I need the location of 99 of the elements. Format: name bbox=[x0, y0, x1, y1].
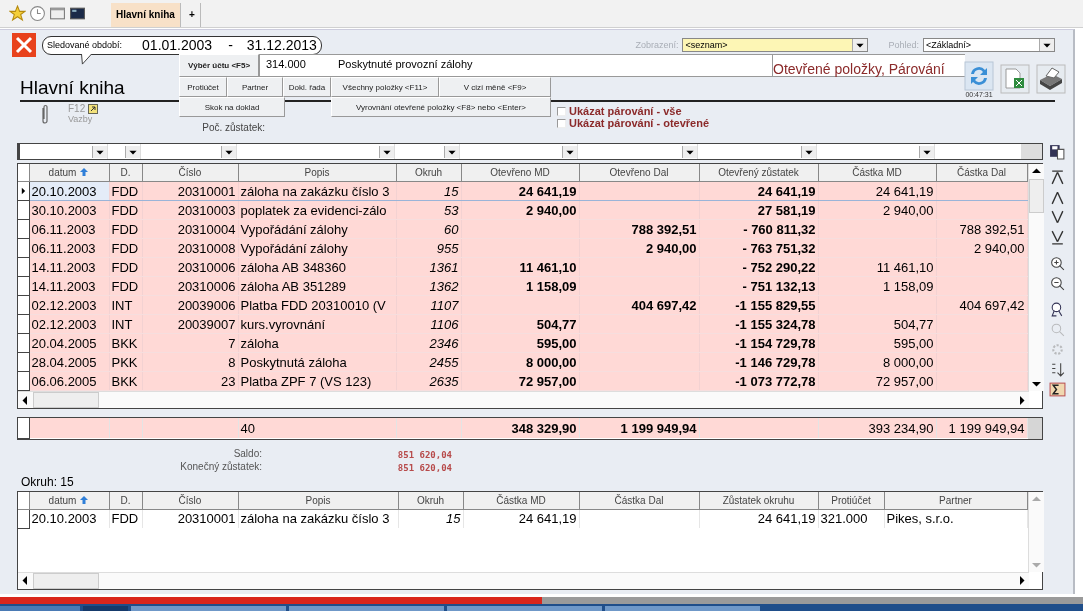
printer-icon[interactable] bbox=[1036, 64, 1066, 94]
sum-icon[interactable] bbox=[1048, 381, 1066, 398]
toolbar-button[interactable]: Skok na doklad bbox=[179, 97, 285, 117]
row-indicator[interactable] bbox=[18, 200, 29, 220]
scroll-thumb[interactable] bbox=[1028, 179, 1044, 213]
export-icon[interactable] bbox=[1000, 64, 1030, 94]
summary-label: Konečný zůstatek: bbox=[179, 460, 262, 473]
checkbox[interactable] bbox=[557, 106, 567, 116]
caret-icon bbox=[562, 145, 577, 158]
zoom-out-icon[interactable] bbox=[1048, 275, 1066, 292]
column-header[interactable]: Otevřeno MD bbox=[461, 164, 579, 182]
column-header[interactable]: D. bbox=[109, 164, 142, 182]
caret-icon bbox=[852, 39, 868, 51]
caret-icon bbox=[221, 145, 236, 158]
total-cell: 1 199 949,94 bbox=[579, 418, 699, 438]
summary-label: Saldo: bbox=[232, 447, 262, 460]
row-indicator[interactable] bbox=[18, 333, 29, 353]
checkbox-label: Ukázat párování - vše bbox=[569, 105, 682, 117]
paperclip-icon[interactable] bbox=[40, 104, 50, 126]
close-icon[interactable] bbox=[12, 33, 36, 57]
monitor-icon[interactable] bbox=[69, 5, 86, 22]
toolbar-button[interactable]: Vyrovnání otevřené položky <F8> nebo <Enter> bbox=[331, 97, 551, 117]
summary-value: 851 620,04 bbox=[396, 448, 452, 460]
toolbar-button[interactable]: Dokl. řada bbox=[283, 77, 331, 97]
toolbar-button[interactable]: V cizí měně <F9> bbox=[439, 77, 551, 97]
checkbox[interactable] bbox=[557, 118, 567, 128]
view-dropdown[interactable]: <Základní> bbox=[923, 38, 1055, 52]
sort-ascending-icon bbox=[79, 167, 90, 177]
sort-ascending-icon bbox=[79, 494, 90, 505]
clock-icon[interactable] bbox=[29, 5, 46, 22]
caret-icon bbox=[92, 145, 107, 158]
window-icon[interactable] bbox=[49, 5, 66, 22]
page-title: Hlavní kniha bbox=[20, 77, 125, 100]
opening-balance-label: Poč. zůstatek: bbox=[202, 122, 266, 133]
total-cell: 393 234,90 bbox=[818, 418, 936, 438]
column-header[interactable]: Popis bbox=[238, 491, 398, 509]
checkbox-label: Ukázat párování - otevřené bbox=[569, 117, 710, 129]
column-header[interactable]: Okruh bbox=[398, 491, 463, 509]
row-indicator[interactable] bbox=[18, 257, 29, 277]
column-header[interactable]: Okruh bbox=[396, 164, 461, 182]
column-header[interactable]: Zůstatek okruhu bbox=[699, 491, 818, 509]
column-header[interactable]: Číslo bbox=[142, 164, 238, 182]
view-label: Pohled: bbox=[888, 40, 919, 50]
period-to[interactable]: 31.12.2013 bbox=[246, 37, 317, 53]
column-header[interactable]: D. bbox=[109, 491, 142, 509]
column-header[interactable]: Partner bbox=[884, 491, 1027, 509]
column-header[interactable]: Částka MD bbox=[463, 491, 579, 509]
toolbar-button[interactable]: Všechny položky <F11> bbox=[331, 77, 439, 97]
row-pointer-icon bbox=[21, 187, 26, 195]
external-link-icon[interactable] bbox=[88, 103, 99, 114]
row-indicator[interactable] bbox=[18, 314, 29, 334]
row-indicator[interactable] bbox=[18, 352, 29, 372]
tab[interactable]: Hlavní kniha bbox=[111, 3, 181, 27]
column-header[interactable]: Otevřeno Dal bbox=[579, 164, 699, 182]
caret-icon bbox=[444, 145, 459, 158]
column-header[interactable]: Částka Dal bbox=[936, 164, 1027, 182]
column-header[interactable]: Popis bbox=[238, 164, 396, 182]
period-from[interactable]: 01.01.2003 bbox=[142, 37, 213, 53]
period-label: Sledované období: bbox=[47, 40, 123, 50]
row-indicator[interactable] bbox=[18, 238, 29, 258]
row-indicator[interactable] bbox=[18, 219, 29, 239]
scroll-thumb[interactable] bbox=[33, 392, 99, 408]
display-label: Zobrazení: bbox=[635, 40, 679, 50]
column-header[interactable]: Číslo bbox=[142, 491, 238, 509]
shortcut-label: F12 bbox=[68, 103, 86, 114]
caret-icon bbox=[919, 145, 934, 158]
total-cell: 348 329,90 bbox=[461, 418, 579, 438]
star-icon[interactable] bbox=[9, 5, 26, 22]
row-indicator[interactable] bbox=[18, 276, 29, 296]
caret-icon bbox=[801, 145, 816, 158]
column-header[interactable]: Částka MD bbox=[818, 164, 936, 182]
mode-label: Otevřené položky, Párování bbox=[773, 54, 965, 77]
column-header[interactable]: Otevřený zůstatek bbox=[699, 164, 818, 182]
total-cell: 1 199 949,94 bbox=[936, 418, 1027, 438]
caret-icon bbox=[1039, 39, 1054, 51]
caret-icon bbox=[682, 145, 697, 158]
scroll-thumb[interactable] bbox=[33, 572, 99, 589]
column-header[interactable]: Protiúčet bbox=[818, 491, 884, 509]
account-field[interactable]: 314.000 Poskytnuté provozní zálohy bbox=[259, 54, 773, 77]
account-select-button[interactable]: Výběr účtu <F5> bbox=[179, 54, 259, 77]
period-separator: - bbox=[228, 37, 233, 53]
caret-icon bbox=[379, 145, 394, 158]
display-dropdown[interactable]: <seznam> bbox=[682, 38, 869, 52]
refresh-icon[interactable] bbox=[964, 61, 994, 91]
toolbar-button[interactable]: Partner bbox=[227, 77, 283, 97]
save-icon[interactable] bbox=[1048, 143, 1066, 160]
column-header[interactable]: Částka Dal bbox=[579, 491, 699, 509]
caret-icon bbox=[125, 145, 140, 158]
column-header[interactable]: datum bbox=[29, 491, 109, 509]
toolbar-button[interactable]: Protiúčet bbox=[179, 77, 227, 97]
row-indicator[interactable] bbox=[18, 371, 29, 391]
summary-value: 851 620,04 bbox=[396, 461, 452, 473]
row-indicator[interactable] bbox=[18, 295, 29, 315]
zoom-in-icon[interactable] bbox=[1048, 255, 1066, 272]
column-header[interactable]: datum bbox=[29, 164, 109, 182]
total-cell: 40 bbox=[238, 418, 396, 438]
horizontal-scrollbar[interactable] bbox=[18, 391, 1029, 408]
row-indicator[interactable] bbox=[18, 181, 29, 201]
section-title: Okruh: 15 bbox=[21, 474, 74, 491]
